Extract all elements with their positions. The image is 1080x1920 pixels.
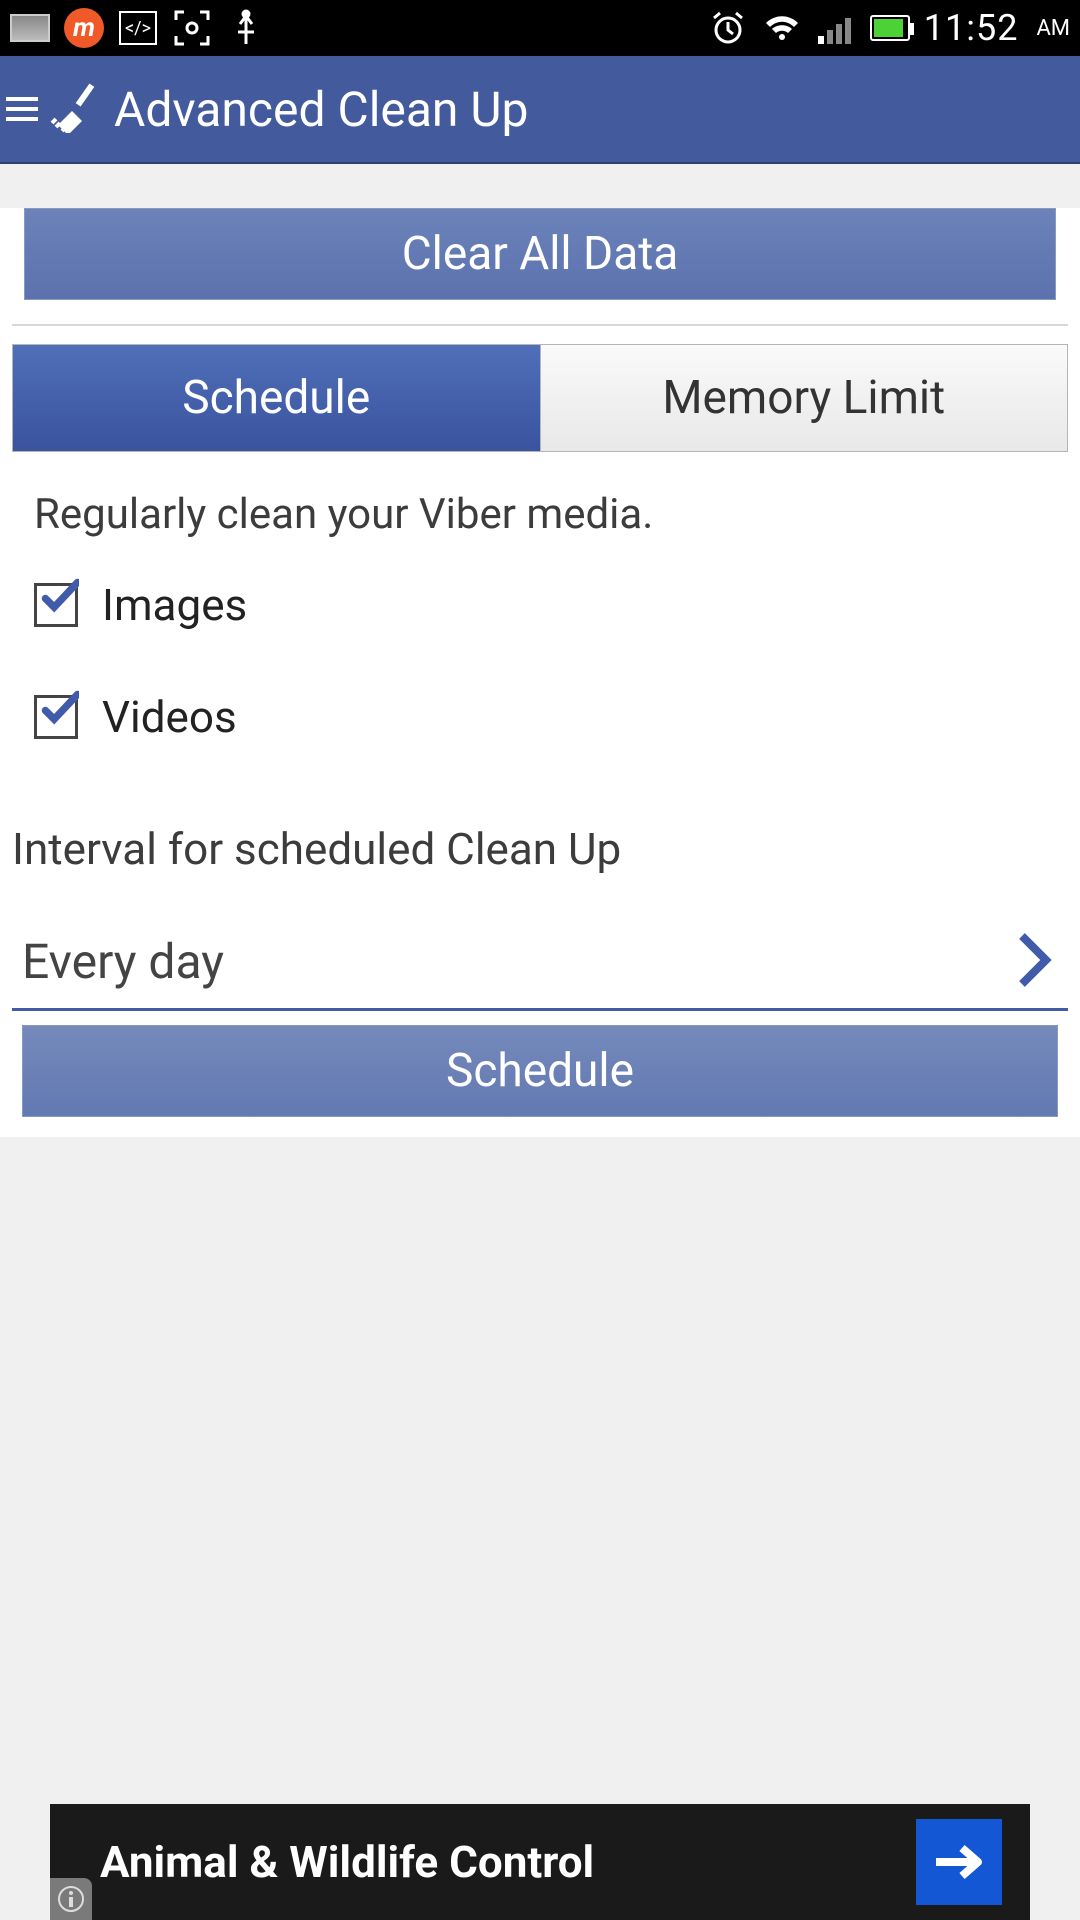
tab-memory-limit-label: Memory Limit <box>662 371 945 425</box>
ad-text: Animal & Wildlife Control <box>100 1836 594 1888</box>
checkbox-images[interactable] <box>34 583 78 627</box>
checkbox-videos-label: Videos <box>102 691 237 743</box>
usb-icon <box>226 8 266 48</box>
ad-arrow-button[interactable] <box>916 1819 1002 1905</box>
clear-all-data-label: Clear All Data <box>402 227 679 281</box>
app-bar: Advanced Clean Up <box>0 56 1080 164</box>
dev-icon: </> <box>118 8 158 48</box>
tabs: Schedule Memory Limit <box>12 344 1068 452</box>
battery-icon <box>870 8 910 48</box>
interval-value: Every day <box>22 933 224 990</box>
ad-banner[interactable]: Animal & Wildlife Control <box>50 1804 1030 1920</box>
signal-icon <box>816 8 856 48</box>
schedule-button-label: Schedule <box>446 1044 634 1098</box>
schedule-description: Regularly clean your Viber media. <box>0 452 1080 549</box>
tab-schedule-label: Schedule <box>182 371 370 425</box>
schedule-button[interactable]: Schedule <box>22 1025 1058 1117</box>
clear-all-data-button[interactable]: Clear All Data <box>24 208 1056 300</box>
tab-schedule[interactable]: Schedule <box>13 345 540 451</box>
ad-info-icon[interactable] <box>50 1878 92 1920</box>
broom-icon <box>50 81 102 137</box>
wifi-icon <box>762 8 802 48</box>
status-ampm: AM <box>1036 16 1070 41</box>
app-notification-icon: m <box>64 8 104 48</box>
divider <box>12 324 1068 326</box>
status-bar: m </> 11:52 AM <box>0 0 1080 56</box>
notification-icon <box>10 8 50 48</box>
interval-selector[interactable]: Every day <box>12 915 1068 1011</box>
status-time: 11:52 <box>924 7 1019 49</box>
page-content: Clear All Data Schedule Memory Limit Reg… <box>0 208 1080 1137</box>
tab-memory-limit[interactable]: Memory Limit <box>540 345 1068 451</box>
checkbox-images-label: Images <box>102 579 247 631</box>
checkbox-videos[interactable] <box>34 695 78 739</box>
focus-icon <box>172 8 212 48</box>
checkbox-videos-row[interactable]: Videos <box>0 661 1080 773</box>
menu-icon[interactable] <box>6 97 38 121</box>
ad-container: Animal & Wildlife Control <box>0 1765 1080 1920</box>
alarm-icon <box>708 8 748 48</box>
chevron-right-icon <box>1014 932 1054 992</box>
interval-title: Interval for scheduled Clean Up <box>0 773 1080 885</box>
checkbox-images-row[interactable]: Images <box>0 549 1080 661</box>
page-title: Advanced Clean Up <box>114 81 528 138</box>
